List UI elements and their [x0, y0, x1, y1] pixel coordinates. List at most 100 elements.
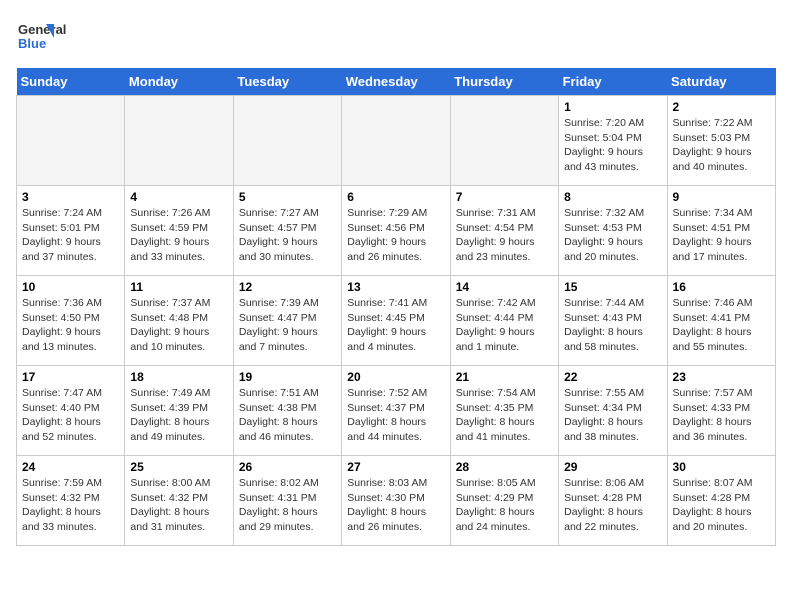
weekday-header-wednesday: Wednesday [342, 68, 450, 96]
calendar-cell: 15 Sunrise: 7:44 AM Sunset: 4:43 PM Dayli… [559, 276, 667, 366]
day-number: 16 [673, 280, 770, 294]
calendar-cell [125, 96, 233, 186]
day-number: 28 [456, 460, 553, 474]
day-detail: Sunrise: 7:59 AM Sunset: 4:32 PM Dayligh… [22, 476, 119, 535]
day-number: 12 [239, 280, 336, 294]
day-number: 3 [22, 190, 119, 204]
day-number: 27 [347, 460, 444, 474]
svg-text:Blue: Blue [18, 36, 46, 51]
day-detail: Sunrise: 8:05 AM Sunset: 4:29 PM Dayligh… [456, 476, 553, 535]
day-number: 24 [22, 460, 119, 474]
day-number: 6 [347, 190, 444, 204]
day-detail: Sunrise: 7:57 AM Sunset: 4:33 PM Dayligh… [673, 386, 770, 445]
day-number: 14 [456, 280, 553, 294]
day-detail: Sunrise: 7:46 AM Sunset: 4:41 PM Dayligh… [673, 296, 770, 355]
day-detail: Sunrise: 7:22 AM Sunset: 5:03 PM Dayligh… [673, 116, 770, 175]
calendar-cell: 20 Sunrise: 7:52 AM Sunset: 4:37 PM Dayli… [342, 366, 450, 456]
day-detail: Sunrise: 8:07 AM Sunset: 4:28 PM Dayligh… [673, 476, 770, 535]
day-number: 26 [239, 460, 336, 474]
calendar-cell: 12 Sunrise: 7:39 AM Sunset: 4:47 PM Dayli… [233, 276, 341, 366]
calendar-cell: 4Sunrise: 7:26 AM Sunset: 4:59 PM Daylig… [125, 186, 233, 276]
day-detail: Sunrise: 8:00 AM Sunset: 4:32 PM Dayligh… [130, 476, 227, 535]
calendar-cell: 30 Sunrise: 8:07 AM Sunset: 4:28 PM Dayli… [667, 456, 775, 546]
day-detail: Sunrise: 7:24 AM Sunset: 5:01 PM Dayligh… [22, 206, 119, 265]
day-detail: Sunrise: 7:44 AM Sunset: 4:43 PM Dayligh… [564, 296, 661, 355]
calendar-cell: 7 Sunrise: 7:31 AM Sunset: 4:54 PM Daylig… [450, 186, 558, 276]
day-detail: Sunrise: 7:27 AM Sunset: 4:57 PM Dayligh… [239, 206, 336, 265]
weekday-header-thursday: Thursday [450, 68, 558, 96]
calendar-cell: 21Sunrise: 7:54 AM Sunset: 4:35 PM Dayli… [450, 366, 558, 456]
day-detail: Sunrise: 7:20 AM Sunset: 5:04 PM Dayligh… [564, 116, 661, 175]
calendar-cell: 13 Sunrise: 7:41 AM Sunset: 4:45 PM Dayli… [342, 276, 450, 366]
day-number: 22 [564, 370, 661, 384]
calendar-cell: 18 Sunrise: 7:49 AM Sunset: 4:39 PM Dayli… [125, 366, 233, 456]
day-number: 20 [347, 370, 444, 384]
week-row-5: 24 Sunrise: 7:59 AM Sunset: 4:32 PM Dayli… [17, 456, 776, 546]
day-detail: Sunrise: 8:03 AM Sunset: 4:30 PM Dayligh… [347, 476, 444, 535]
calendar-cell: 8Sunrise: 7:32 AM Sunset: 4:53 PM Daylig… [559, 186, 667, 276]
calendar-cell: 16 Sunrise: 7:46 AM Sunset: 4:41 PM Dayli… [667, 276, 775, 366]
calendar-cell: 17 Sunrise: 7:47 AM Sunset: 4:40 PM Dayli… [17, 366, 125, 456]
week-row-1: 1 Sunrise: 7:20 AM Sunset: 5:04 PM Daylig… [17, 96, 776, 186]
calendar-cell: 25 Sunrise: 8:00 AM Sunset: 4:32 PM Dayli… [125, 456, 233, 546]
calendar-cell: 29Sunrise: 8:06 AM Sunset: 4:28 PM Dayli… [559, 456, 667, 546]
day-number: 10 [22, 280, 119, 294]
calendar-cell: 1 Sunrise: 7:20 AM Sunset: 5:04 PM Daylig… [559, 96, 667, 186]
day-detail: Sunrise: 7:49 AM Sunset: 4:39 PM Dayligh… [130, 386, 227, 445]
calendar-cell: 2 Sunrise: 7:22 AM Sunset: 5:03 PM Daylig… [667, 96, 775, 186]
day-detail: Sunrise: 7:36 AM Sunset: 4:50 PM Dayligh… [22, 296, 119, 355]
day-detail: Sunrise: 7:31 AM Sunset: 4:54 PM Dayligh… [456, 206, 553, 265]
weekday-header-row: SundayMondayTuesdayWednesdayThursdayFrid… [17, 68, 776, 96]
logo: General Blue [16, 16, 96, 56]
day-detail: Sunrise: 7:26 AM Sunset: 4:59 PM Dayligh… [130, 206, 227, 265]
weekday-header-sunday: Sunday [17, 68, 125, 96]
calendar-cell: 14 Sunrise: 7:42 AM Sunset: 4:44 PM Dayli… [450, 276, 558, 366]
day-number: 18 [130, 370, 227, 384]
day-number: 9 [673, 190, 770, 204]
weekday-header-friday: Friday [559, 68, 667, 96]
day-number: 17 [22, 370, 119, 384]
day-number: 7 [456, 190, 553, 204]
svg-text:General: General [18, 22, 66, 37]
calendar-cell: 11Sunrise: 7:37 AM Sunset: 4:48 PM Dayli… [125, 276, 233, 366]
day-number: 11 [130, 280, 227, 294]
day-detail: Sunrise: 8:06 AM Sunset: 4:28 PM Dayligh… [564, 476, 661, 535]
calendar-cell: 3 Sunrise: 7:24 AM Sunset: 5:01 PM Daylig… [17, 186, 125, 276]
day-number: 30 [673, 460, 770, 474]
day-detail: Sunrise: 7:52 AM Sunset: 4:37 PM Dayligh… [347, 386, 444, 445]
day-number: 2 [673, 100, 770, 114]
day-detail: Sunrise: 7:41 AM Sunset: 4:45 PM Dayligh… [347, 296, 444, 355]
day-detail: Sunrise: 7:42 AM Sunset: 4:44 PM Dayligh… [456, 296, 553, 355]
day-detail: Sunrise: 7:47 AM Sunset: 4:40 PM Dayligh… [22, 386, 119, 445]
day-number: 19 [239, 370, 336, 384]
calendar-cell: 6 Sunrise: 7:29 AM Sunset: 4:56 PM Daylig… [342, 186, 450, 276]
day-number: 1 [564, 100, 661, 114]
calendar-cell [342, 96, 450, 186]
calendar-cell: 24 Sunrise: 7:59 AM Sunset: 4:32 PM Dayli… [17, 456, 125, 546]
calendar-table: SundayMondayTuesdayWednesdayThursdayFrid… [16, 68, 776, 546]
day-detail: Sunrise: 7:32 AM Sunset: 4:53 PM Dayligh… [564, 206, 661, 265]
day-detail: Sunrise: 7:51 AM Sunset: 4:38 PM Dayligh… [239, 386, 336, 445]
calendar-cell [450, 96, 558, 186]
week-row-3: 10 Sunrise: 7:36 AM Sunset: 4:50 PM Dayli… [17, 276, 776, 366]
day-number: 23 [673, 370, 770, 384]
day-number: 13 [347, 280, 444, 294]
calendar-cell: 23 Sunrise: 7:57 AM Sunset: 4:33 PM Dayli… [667, 366, 775, 456]
calendar-cell: 19 Sunrise: 7:51 AM Sunset: 4:38 PM Dayli… [233, 366, 341, 456]
page-header: General Blue [16, 16, 776, 56]
day-number: 15 [564, 280, 661, 294]
week-row-2: 3 Sunrise: 7:24 AM Sunset: 5:01 PM Daylig… [17, 186, 776, 276]
day-number: 5 [239, 190, 336, 204]
day-detail: Sunrise: 8:02 AM Sunset: 4:31 PM Dayligh… [239, 476, 336, 535]
week-row-4: 17 Sunrise: 7:47 AM Sunset: 4:40 PM Dayli… [17, 366, 776, 456]
weekday-header-saturday: Saturday [667, 68, 775, 96]
day-detail: Sunrise: 7:29 AM Sunset: 4:56 PM Dayligh… [347, 206, 444, 265]
day-detail: Sunrise: 7:54 AM Sunset: 4:35 PM Dayligh… [456, 386, 553, 445]
day-detail: Sunrise: 7:55 AM Sunset: 4:34 PM Dayligh… [564, 386, 661, 445]
day-number: 25 [130, 460, 227, 474]
calendar-cell: 28 Sunrise: 8:05 AM Sunset: 4:29 PM Dayli… [450, 456, 558, 546]
calendar-cell: 5 Sunrise: 7:27 AM Sunset: 4:57 PM Daylig… [233, 186, 341, 276]
weekday-header-monday: Monday [125, 68, 233, 96]
calendar-cell: 9Sunrise: 7:34 AM Sunset: 4:51 PM Daylig… [667, 186, 775, 276]
day-detail: Sunrise: 7:39 AM Sunset: 4:47 PM Dayligh… [239, 296, 336, 355]
